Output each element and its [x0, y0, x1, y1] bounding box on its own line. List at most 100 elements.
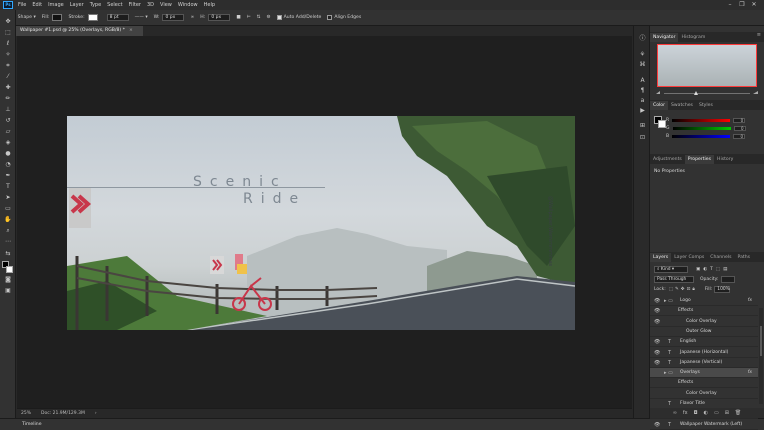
zoom-tool-icon[interactable]: ⌕ — [3, 227, 13, 235]
close-tab-icon[interactable]: × — [129, 28, 133, 33]
gear-icon[interactable]: ⚙ — [267, 15, 271, 20]
tab-layers[interactable]: Layers — [650, 253, 672, 262]
stroke-width-field[interactable]: 8 pt — [106, 14, 129, 21]
layer-row[interactable]: 👁︎ T Japanese (Vertical) — [650, 358, 758, 368]
screen-mode-icon[interactable]: ▣ — [3, 287, 13, 295]
path-alignment-icon[interactable]: ⊨ — [247, 15, 251, 20]
layer-fx-badge[interactable]: fx — [748, 368, 752, 378]
menu-view[interactable]: View — [160, 2, 172, 8]
layer-kind-filter[interactable]: ⌕ Kind ▾ — [654, 266, 688, 273]
trash-icon[interactable]: 🗑︎ — [735, 410, 741, 416]
tab-properties[interactable]: Properties — [684, 155, 714, 164]
layer-row[interactable]: Outer Glow — [650, 327, 758, 337]
hand-tool-icon[interactable]: ✋ — [3, 216, 13, 224]
tab-swatches[interactable]: Swatches — [668, 101, 696, 110]
layer-fx-badge[interactable]: fx — [748, 296, 752, 306]
zoom-level[interactable]: 25% — [21, 411, 31, 416]
layer-row[interactable]: Effects — [650, 378, 758, 389]
visibility-eye-icon[interactable]: 👁︎ — [654, 348, 660, 358]
menu-3d[interactable]: 3D — [147, 2, 154, 8]
eraser-tool-icon[interactable]: ▱ — [3, 128, 13, 136]
swap-colors-icon[interactable]: ⇆ — [3, 250, 13, 258]
layer-row[interactable]: 👁︎ Effects — [650, 306, 758, 317]
info-icon[interactable]: ⓘ — [637, 34, 648, 43]
blend-mode-select[interactable]: Pass Through — [654, 276, 694, 283]
tool-mode-select[interactable]: Shape ▾ — [18, 15, 36, 20]
healing-brush-tool-icon[interactable]: ✚ — [3, 84, 13, 92]
canvas-workspace[interactable]: Scenic Ride @Wallpaper.Wamimmmmas — [17, 36, 632, 408]
navigator-zoom-slider[interactable] — [654, 90, 760, 96]
new-group-icon[interactable]: ▭ — [714, 410, 719, 416]
visibility-eye-icon[interactable]: 👁︎ — [654, 296, 660, 306]
tab-navigator[interactable]: Navigator — [650, 33, 679, 42]
color-background-swatch[interactable] — [658, 120, 666, 128]
tab-layer-comps[interactable]: Layer Comps — [671, 253, 707, 262]
navigator-menu-icon[interactable]: ≡ — [757, 32, 761, 38]
path-arrangement-icon[interactable]: ⇅ — [257, 15, 261, 20]
eyedropper-tool-icon[interactable]: ⁄ — [3, 73, 13, 81]
quick-select-tool-icon[interactable]: ✧ — [3, 51, 13, 59]
notes-icon[interactable]: ⊡ — [637, 133, 648, 142]
channel-r-value[interactable]: 0 — [733, 117, 746, 123]
width-field[interactable]: 0 px — [162, 14, 185, 21]
layer-row[interactable]: 👁︎ T Japanese (Horizontal) — [650, 348, 758, 358]
quick-mask-icon[interactable]: ◙ — [3, 276, 13, 284]
tab-paths[interactable]: Paths — [735, 253, 754, 262]
clone-stamp-tool-icon[interactable]: ⊥ — [3, 106, 13, 114]
menu-help[interactable]: Help — [204, 2, 215, 8]
add-mask-icon[interactable]: ◘ — [694, 410, 698, 416]
visibility-eye-icon[interactable]: 👁︎ — [654, 317, 660, 327]
auto-add-delete-checkbox[interactable]: Auto Add/Delete — [276, 15, 321, 20]
visibility-eye-icon[interactable]: 👁︎ — [654, 337, 660, 347]
tab-histogram[interactable]: Histogram — [678, 33, 708, 42]
menu-window[interactable]: Window — [178, 2, 198, 8]
minimize-button[interactable]: – — [724, 1, 736, 8]
tab-history[interactable]: History — [714, 155, 736, 164]
color-slider-g[interactable]: G 0 — [666, 125, 762, 131]
history-brush-tool-icon[interactable]: ↺ — [3, 117, 13, 125]
menu-image[interactable]: Image — [48, 2, 64, 8]
close-button[interactable]: ✕ — [748, 1, 760, 8]
dodge-tool-icon[interactable]: ◔ — [3, 161, 13, 169]
menu-select[interactable]: Select — [107, 2, 122, 8]
layer-style-icon[interactable]: fx — [683, 410, 688, 416]
character-icon[interactable]: A — [637, 76, 648, 85]
type-tool-icon[interactable]: T — [3, 183, 13, 191]
visibility-eye-icon[interactable]: 👁︎ — [654, 306, 660, 316]
fill-swatch[interactable] — [52, 14, 63, 21]
link-icon[interactable]: ∞ — [190, 15, 194, 20]
crop-tool-icon[interactable]: ⌗ — [3, 62, 13, 70]
menu-type[interactable]: Type — [90, 2, 101, 8]
path-select-tool-icon[interactable]: ➤ — [3, 194, 13, 202]
layer-row[interactable]: 👁︎ ▸ ▭ Logo fx — [650, 296, 758, 306]
tab-color[interactable]: Color — [650, 101, 668, 110]
stroke-type-select[interactable]: —— ▾ — [135, 15, 148, 20]
menu-filter[interactable]: Filter — [129, 2, 141, 8]
opacity-field[interactable] — [720, 276, 735, 283]
move-tool-icon[interactable]: ✥ — [3, 18, 13, 26]
layer-row[interactable]: 👁︎ T English — [650, 337, 758, 348]
navigator-preview[interactable] — [657, 44, 757, 87]
new-layer-icon[interactable]: ⊞ — [725, 410, 729, 416]
menu-edit[interactable]: Edit — [32, 2, 42, 8]
status-menu-arrow[interactable]: › — [95, 411, 97, 416]
glyphs-icon[interactable]: a — [637, 96, 648, 105]
tab-styles[interactable]: Styles — [696, 101, 716, 110]
visibility-eye-icon[interactable]: 👁︎ — [654, 358, 660, 368]
layer-filter-icons[interactable]: ▣◐T⬚▤ — [696, 266, 730, 273]
marquee-tool-icon[interactable]: ⬚ — [3, 29, 13, 37]
height-field[interactable]: 0 px — [208, 14, 231, 21]
adjustment-layer-icon[interactable]: ◐ — [704, 410, 708, 416]
rectangle-tool-icon[interactable]: ▭ — [3, 205, 13, 213]
color-slider-r[interactable]: R 0 — [666, 117, 762, 123]
blur-tool-icon[interactable]: ● — [3, 150, 13, 158]
background-color-swatch[interactable] — [6, 266, 13, 273]
layer-row[interactable]: Color Overlay — [650, 389, 758, 399]
more-tools-icon[interactable]: ⋯ — [3, 238, 13, 246]
restore-button[interactable]: ❐ — [736, 1, 748, 8]
channel-b-value[interactable]: 0 — [733, 133, 746, 139]
path-operations-icon[interactable]: ■ — [236, 15, 240, 20]
brush-settings-icon[interactable]: ⚘ — [637, 50, 648, 59]
layers-scrollbar-thumb[interactable] — [760, 326, 762, 356]
layers-scrollbar[interactable] — [759, 308, 763, 404]
